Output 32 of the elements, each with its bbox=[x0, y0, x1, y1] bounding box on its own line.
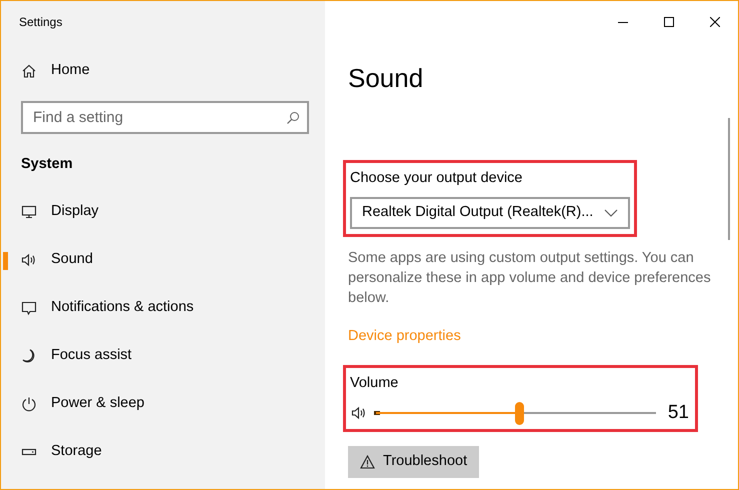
sidebar-item[interactable]: Focus assist bbox=[1, 332, 325, 380]
sidebar-item[interactable]: Notifications & actions bbox=[1, 284, 325, 332]
scrollbar[interactable] bbox=[728, 118, 730, 240]
troubleshoot-button[interactable]: Troubleshoot bbox=[348, 446, 480, 478]
power-icon bbox=[21, 396, 37, 412]
search-icon bbox=[286, 111, 300, 125]
sidebar-item[interactable]: Storage bbox=[1, 428, 325, 476]
volume-slider[interactable] bbox=[376, 400, 656, 426]
info-text: Some apps are using custom output settings. You can personalize these in app volume and device preferences below. bbox=[348, 248, 712, 308]
volume-value: 51 bbox=[668, 400, 689, 424]
warning-icon bbox=[360, 455, 375, 469]
chevron-down-icon bbox=[604, 208, 618, 217]
sidebar-item[interactable]: Power & sleep bbox=[1, 380, 325, 428]
speech-bubble-icon bbox=[21, 300, 37, 316]
field-label: Volume bbox=[350, 374, 400, 393]
page-heading: Sound bbox=[348, 62, 424, 95]
close-icon bbox=[710, 17, 720, 27]
home-icon bbox=[21, 63, 37, 79]
sidebar-item[interactable]: Display bbox=[1, 188, 325, 236]
slider-thumb[interactable] bbox=[514, 402, 524, 425]
output-device-dropdown[interactable]: Realtek Digital Output (Realtek(R)... bbox=[350, 196, 630, 229]
maximize-icon bbox=[664, 17, 674, 27]
sidebar-item[interactable]: Sound bbox=[1, 236, 325, 284]
search-field[interactable]: Find a setting bbox=[21, 101, 309, 134]
monitor-icon bbox=[21, 204, 37, 220]
moon-icon bbox=[21, 348, 37, 364]
window-title: Settings bbox=[19, 15, 62, 29]
section-heading: System bbox=[21, 156, 73, 172]
home-nav-item[interactable]: Home bbox=[1, 47, 325, 95]
speaker-icon bbox=[350, 404, 368, 421]
field-label: Choose your output device bbox=[350, 169, 524, 188]
speaker-icon bbox=[21, 252, 37, 268]
